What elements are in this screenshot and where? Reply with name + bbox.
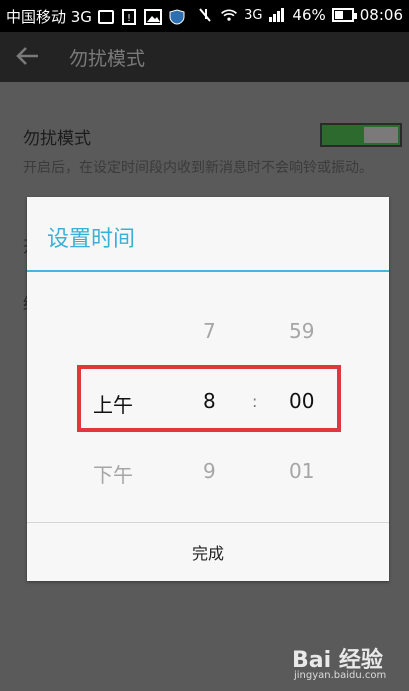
minute-prev[interactable]: 59 [289,319,314,343]
svg-text:!: ! [127,13,131,24]
carrier-label: 中国移动 3G [6,8,92,26]
network-label: 3G [244,7,263,23]
app-header: 勿扰模式 [0,32,409,82]
minute-next[interactable]: 01 [289,459,314,483]
alert-icon: ! [121,8,136,25]
watermark-url: jingyan.baidu.com [294,670,387,681]
dnd-description: 开启后，在设定时间段内收到新消息时不会响铃或振动。 [23,160,373,176]
status-bar: 中国移动 3G ! 3G 46% 08:06 [0,0,409,32]
dialog-title: 设置时间 [47,227,136,252]
title-divider [27,270,389,272]
ampm-next[interactable]: 下午 [93,459,133,488]
add-box-icon [97,9,114,24]
signal-icon [269,8,285,22]
hour-prev[interactable]: 7 [203,319,216,343]
selection-highlight-box [77,365,341,432]
battery-icon [331,8,357,22]
wifi-icon [221,9,238,21]
done-button[interactable]: 完成 [27,523,389,581]
hour-next[interactable]: 9 [203,459,216,483]
clock: 08:06 [359,6,403,24]
back-arrow-icon[interactable] [14,42,42,70]
time-picker-dialog: 设置时间 7 59 上午 8 : 00 下午 9 01 完成 [27,197,389,581]
shield-icon [169,8,185,25]
baidu-watermark: Bai 经验 jingyan.baidu.com [286,640,404,688]
dnd-setting-title: 勿扰模式 [23,129,91,149]
mute-icon [199,8,211,22]
toggle-knob [364,127,398,143]
image-icon [143,8,162,25]
page-title: 勿扰模式 [69,48,146,70]
battery-percent: 46% [292,6,326,24]
dnd-toggle[interactable] [320,123,402,147]
